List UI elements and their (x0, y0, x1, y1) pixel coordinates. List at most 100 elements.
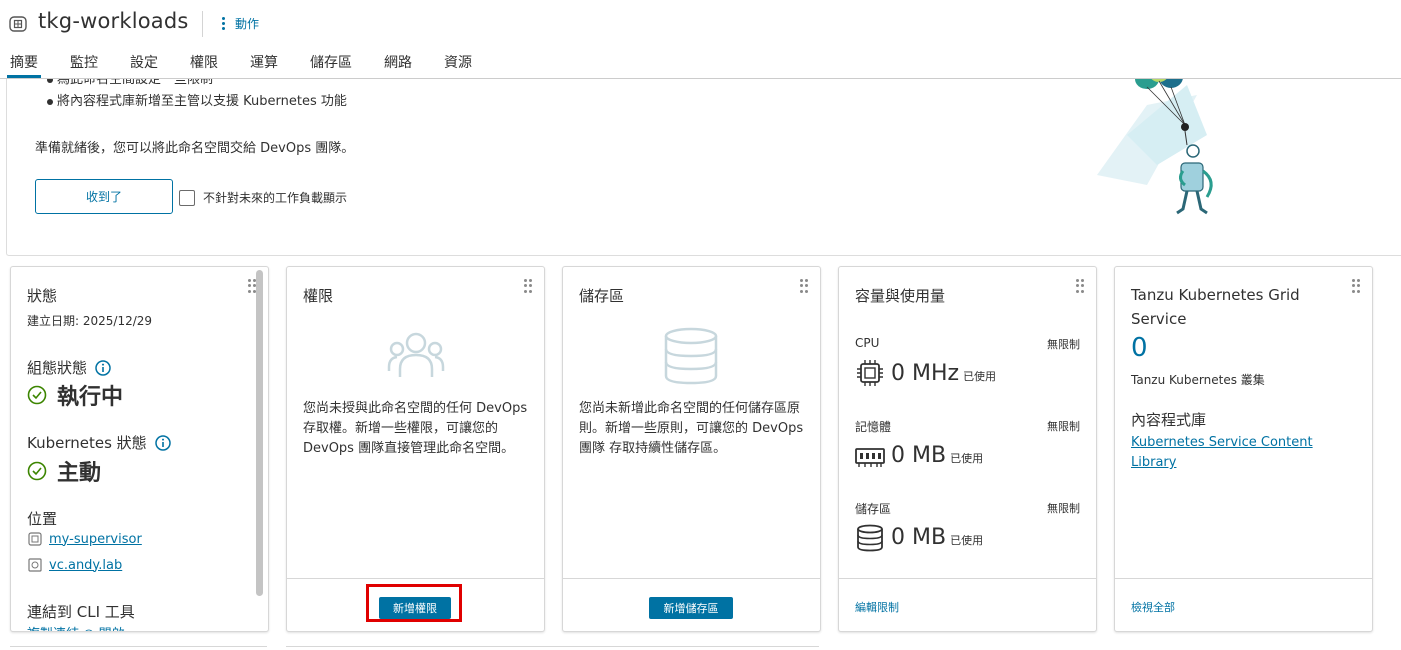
actions-label: 動作 (235, 17, 260, 31)
cpu-icon (857, 360, 883, 386)
tkg-cluster-count-label: Tanzu Kubernetes 叢集 (1131, 373, 1265, 387)
tkg-card-footer: 檢視全部 (1115, 578, 1372, 631)
view-all-link[interactable]: 檢視全部 (1131, 599, 1175, 615)
k8s-status-value-row: 主動 (27, 455, 101, 487)
storage-empty-text: 您尚未新增此命名空間的任何儲存區原則。新增一些原則，可讓您的 DevOps 團隊… (579, 401, 804, 456)
supervisor-icon (28, 532, 42, 546)
k8s-status-value: 主動 (57, 461, 102, 486)
memory-used-label: 已使用 (950, 452, 984, 465)
storage-usage-label: 儲存區 (855, 502, 892, 516)
capacity-usage-card: 容量與使用量 CPU 無限制 0 MHz 已使用 記憶體 無限制 0 MB 已使用 … (838, 266, 1097, 632)
storage-card-title: 儲存區 (579, 287, 625, 305)
tab-permissions[interactable]: 權限 (190, 52, 218, 72)
header-divider (202, 11, 203, 37)
cli-tools-label: 連結到 CLI 工具 (27, 603, 135, 621)
k8s-status-label: Kubernetes 狀態 (27, 434, 147, 452)
ready-text: 準備就緒後，您可以將此命名空間交給 DevOps 團隊。 (35, 141, 355, 156)
drag-handle-icon[interactable] (1076, 279, 1084, 293)
library-link-line: Kubernetes Service Content (1131, 435, 1313, 450)
next-card-edge (10, 646, 267, 650)
drag-handle-icon[interactable] (248, 279, 256, 293)
drag-handle-icon[interactable] (524, 279, 532, 293)
permissions-card-title: 權限 (303, 287, 334, 305)
tkg-title-line: Service (1131, 310, 1187, 328)
vcenter-link[interactable]: vc.andy.lab (49, 558, 122, 573)
cpu-limit: 無限制 (1047, 338, 1080, 351)
users-icon (387, 332, 445, 377)
drag-handle-icon[interactable] (800, 279, 808, 293)
edit-limits-link[interactable]: 編輯限制 (855, 599, 899, 615)
storage-card: 儲存區 您尚未新增此命名空間的任何儲存區原則。新增一些原則，可讓您的 DevOp… (562, 266, 821, 632)
location-label: 位置 (27, 510, 58, 528)
info-icon[interactable] (95, 359, 111, 376)
cpu-value: 0 MHz (891, 361, 960, 386)
dont-show-label: 不針對未來的工作負載顯示 (203, 191, 348, 205)
content-library-label: 內容程式庫 (1131, 411, 1207, 429)
library-link-line: Library (1131, 455, 1177, 470)
tab-summary[interactable]: 摘要 (10, 52, 38, 72)
checklist-item: 為此命名空間設定一些限制 (31, 79, 347, 91)
cpu-usage: 0 MHz 已使用 (891, 361, 996, 386)
content-library-link[interactable]: Kubernetes Service Content Library (1131, 433, 1313, 473)
success-check-icon (27, 385, 47, 405)
tab-bar: 摘要 監控 設定 權限 運算 儲存區 網路 資源 (0, 46, 1401, 79)
storage-card-footer: 新增儲存區 (563, 578, 820, 631)
tkg-cluster-count[interactable]: 0 (1131, 333, 1148, 363)
next-card-edge (286, 646, 819, 650)
info-icon[interactable] (154, 434, 171, 451)
tab-compute[interactable]: 運算 (250, 52, 278, 72)
memory-usage: 0 MB 已使用 (891, 443, 983, 468)
balloon-robot-illustration (1097, 79, 1213, 215)
storage-limit: 無限制 (1047, 502, 1080, 515)
capacity-card-title: 容量與使用量 (855, 287, 946, 305)
setup-checklist: 為此命名空間設定一些限制 將內容程式庫新增至主管以支援 Kubernetes 功… (31, 79, 347, 113)
config-status-value: 執行中 (57, 385, 124, 410)
page-title: tkg-workloads (38, 9, 189, 33)
page-header: tkg-workloads 動作 (0, 0, 1401, 46)
config-status-value-row: 執行中 (27, 379, 123, 411)
kebab-icon (222, 17, 225, 30)
cli-link[interactable]: 複製連結 ○ 開啟 (27, 623, 125, 631)
tab-resources[interactable]: 資源 (444, 52, 472, 72)
dont-show-option[interactable]: 不針對未來的工作負載顯示 (179, 189, 347, 206)
tab-monitor[interactable]: 監控 (70, 52, 98, 72)
permissions-card-footer: 新增權限 (287, 578, 544, 631)
status-card: 狀態 建立日期: 2025/12/29 組態狀態 執行中 Kubernetes … (10, 266, 269, 632)
cpu-used-label: 已使用 (963, 370, 997, 383)
checklist-item: 將內容程式庫新增至主管以支援 Kubernetes 功能 (31, 91, 347, 113)
database-icon (664, 327, 718, 385)
memory-label: 記憶體 (855, 420, 892, 434)
storage-value: 0 MB (891, 525, 947, 550)
tab-storage[interactable]: 儲存區 (310, 52, 352, 72)
tab-network[interactable]: 網路 (384, 52, 412, 72)
tkg-card-title: Tanzu Kubernetes Grid Service (1131, 283, 1300, 331)
dont-show-checkbox[interactable] (179, 189, 195, 206)
permissions-card: 權限 您尚未授與此命名空間的任何 DevOps 存取權。新增一些權限，可讓您的 … (286, 266, 545, 632)
tab-configure[interactable]: 設定 (130, 52, 158, 72)
tkg-service-card: Tanzu Kubernetes Grid Service 0 Tanzu Ku… (1114, 266, 1373, 632)
drag-handle-icon[interactable] (1352, 279, 1360, 293)
config-status-row: 組態狀態 (27, 357, 111, 378)
got-it-button[interactable]: 收到了 (35, 179, 173, 214)
active-tab-indicator (7, 75, 41, 78)
getting-started-banner: 為此命名空間設定一些限制 將內容程式庫新增至主管以支援 Kubernetes 功… (6, 79, 1401, 256)
status-card-scrollbar[interactable] (256, 270, 263, 596)
namespace-icon (9, 16, 27, 32)
add-storage-button[interactable]: 新增儲存區 (649, 597, 733, 619)
storage-usage: 0 MB 已使用 (891, 525, 983, 550)
add-permissions-button[interactable]: 新增權限 (379, 597, 451, 619)
storage-icon (857, 524, 883, 552)
tkg-title-line: Tanzu Kubernetes Grid (1131, 286, 1300, 304)
memory-icon (855, 448, 885, 467)
supervisor-link[interactable]: my-supervisor (49, 532, 142, 547)
k8s-status-row: Kubernetes 狀態 (27, 432, 171, 453)
storage-used-label: 已使用 (950, 534, 984, 547)
config-status-label: 組態狀態 (27, 359, 88, 377)
cpu-label: CPU (855, 336, 880, 350)
actions-menu-button[interactable]: 動作 (222, 15, 259, 32)
memory-limit: 無限制 (1047, 420, 1080, 433)
supervisor-row: my-supervisor (27, 531, 142, 547)
vcenter-row: vc.andy.lab (27, 557, 122, 573)
permissions-empty-text: 您尚未授與此命名空間的任何 DevOps 存取權。新增一些權限，可讓您的 Dev… (303, 401, 528, 456)
vcenter-icon (28, 558, 42, 572)
